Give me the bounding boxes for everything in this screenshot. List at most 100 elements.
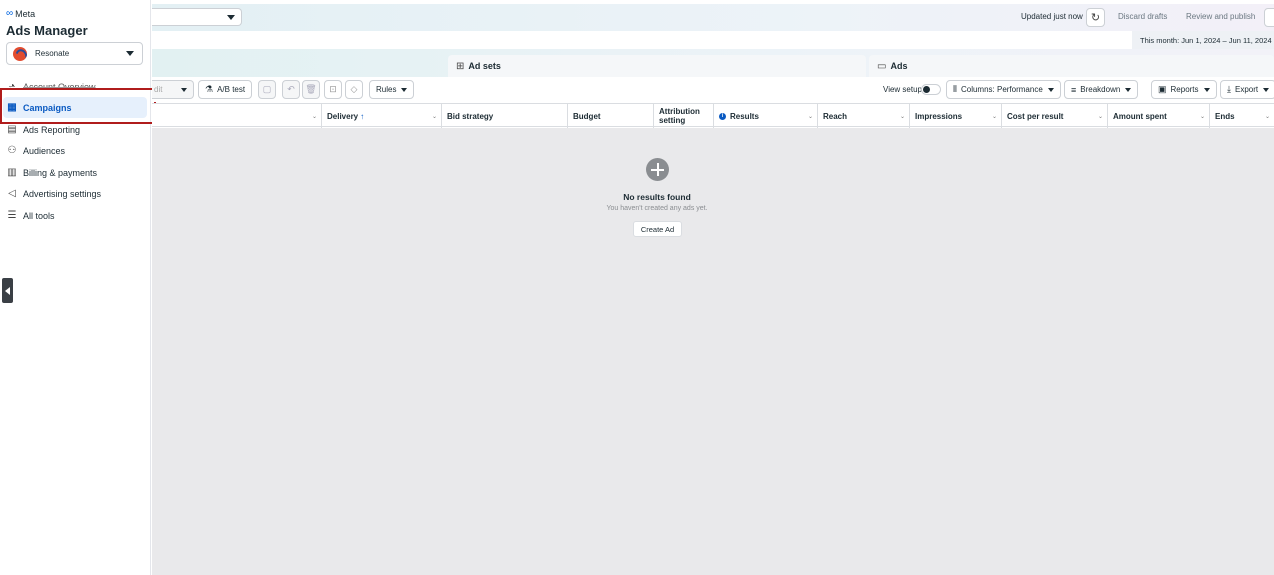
- chevron-down-icon: ⌄: [431, 114, 437, 120]
- columns-label: Columns: Performance: [960, 85, 1043, 94]
- column-label-line1: Attribution: [659, 107, 700, 116]
- date-bar: This month: Jun 1, 2024 – Jun 11, 2024: [152, 31, 1274, 49]
- sort-ascending-icon: ↑: [360, 111, 365, 121]
- chevron-down-icon: ⌄: [899, 114, 905, 120]
- refresh-button[interactable]: ↻: [1086, 8, 1105, 27]
- breakdown-icon: ≡: [1071, 84, 1077, 95]
- sidebar: ∞ Meta Ads Manager Resonate ◔ Account Ov…: [0, 0, 151, 575]
- column-label: Reach: [823, 111, 848, 121]
- chevron-down-icon: [1125, 87, 1132, 92]
- column-budget[interactable]: Budget: [568, 104, 654, 128]
- duplicate-button[interactable]: ▢: [258, 80, 276, 99]
- breakdown-button[interactable]: ≡ Breakdown: [1064, 80, 1139, 99]
- chevron-down-icon: [1047, 87, 1054, 92]
- people-icon: ⚇: [7, 145, 17, 156]
- delete-button[interactable]: 🗑: [302, 80, 320, 99]
- ab-test-label: A/B test: [217, 85, 246, 94]
- ab-test-button[interactable]: ⚗ A/B test: [198, 80, 253, 99]
- download-icon: ⤓: [1227, 84, 1231, 94]
- rules-button[interactable]: Rules: [369, 80, 415, 99]
- columns-button[interactable]: ⦀ Columns: Performance: [946, 80, 1061, 99]
- sidebar-item-label: All tools: [23, 210, 55, 221]
- campaign-selector[interactable]: [152, 8, 242, 26]
- column-amount-spent[interactable]: Amount spent ⌄: [1108, 104, 1210, 128]
- tab-label: Ads: [890, 61, 908, 71]
- export-button[interactable]: ⤓ Export: [1220, 80, 1274, 99]
- main-panel: Updated just now ↻ Discard drafts Review…: [152, 0, 1274, 575]
- empty-state-subtitle: You haven't created any ads yet.: [606, 205, 708, 212]
- discard-drafts-button[interactable]: Discard drafts: [1118, 12, 1167, 21]
- account-selector[interactable]: Resonate: [6, 42, 143, 65]
- tag-button[interactable]: ◇: [345, 80, 363, 99]
- export-label: Export: [1234, 85, 1259, 94]
- edit-button[interactable]: dit: [152, 80, 194, 99]
- chevron-down-icon: [227, 15, 235, 20]
- ads-icon: ▭: [877, 60, 887, 72]
- collapse-sidebar-button[interactable]: [2, 278, 13, 303]
- breakdown-label: Breakdown: [1080, 85, 1121, 94]
- tab-label: Ad sets: [468, 61, 501, 71]
- chevron-down-icon: [181, 88, 187, 92]
- column-delivery[interactable]: Delivery ↑ ⌄: [322, 104, 442, 128]
- column-label: Amount spent: [1113, 111, 1167, 121]
- column-cost-per-result[interactable]: Cost per result ⌄: [1002, 104, 1108, 128]
- chevron-down-icon: [401, 87, 408, 92]
- toolbar: dit ⚗ A/B test ▢ ↶ 🗑 ⊡ ◇ Rules View setu…: [152, 77, 1274, 102]
- sidebar-item-label: Audiences: [23, 145, 66, 156]
- undo-button[interactable]: ↶: [282, 80, 300, 99]
- sidebar-item-account-overview[interactable]: ◔ Account Overview: [3, 76, 147, 97]
- column-label: Delivery: [327, 111, 359, 121]
- more-options-button[interactable]: [1264, 8, 1274, 27]
- view-setup-toggle[interactable]: [921, 84, 941, 95]
- column-label: Results: [730, 111, 759, 121]
- info-icon[interactable]: i: [719, 112, 726, 120]
- reports-label: Reports: [1170, 85, 1199, 94]
- preview-button[interactable]: ⊡: [324, 80, 342, 99]
- column-ends[interactable]: Ends ⌄: [1210, 104, 1274, 128]
- column-impressions[interactable]: Impressions ⌄: [910, 104, 1002, 128]
- date-range-picker[interactable]: This month: Jun 1, 2024 – Jun 11, 2024: [1132, 31, 1274, 49]
- sidebar-item-all-tools[interactable]: ☰ All tools: [3, 205, 147, 226]
- column-bid-strategy[interactable]: Bid strategy: [442, 104, 568, 128]
- chevron-down-icon: ⌄: [1264, 114, 1270, 120]
- report-icon: ▤: [7, 124, 17, 135]
- column-label: Impressions: [915, 111, 963, 121]
- view-setup-label: View setup: [883, 85, 922, 94]
- chevron-down-icon: ⌄: [1097, 114, 1103, 120]
- sidebar-item-ads-reporting[interactable]: ▤ Ads Reporting: [3, 119, 147, 140]
- sidebar-item-label: Account Overview: [23, 81, 96, 92]
- column-reach[interactable]: Reach ⌄: [818, 104, 910, 128]
- reports-icon: ▣: [1158, 84, 1167, 94]
- meta-logo[interactable]: ∞ Meta: [6, 8, 35, 19]
- grid-icon: ▦: [7, 102, 17, 113]
- update-status: Updated just now: [1021, 12, 1083, 21]
- chevron-down-icon: ⌄: [1199, 114, 1205, 120]
- tab-ads[interactable]: ▭ Ads: [869, 55, 1274, 77]
- rules-label: Rules: [376, 85, 397, 94]
- chevron-down-icon: [126, 51, 134, 56]
- refresh-icon: ↻: [1090, 12, 1101, 24]
- sidebar-item-billing[interactable]: ▥ Billing & payments: [3, 162, 147, 183]
- create-ad-button[interactable]: Create Ad: [633, 221, 682, 237]
- gauge-icon: ◔: [8, 81, 16, 92]
- column-label: Ends: [1215, 111, 1235, 121]
- preview-icon: ⊡: [329, 84, 337, 94]
- sidebar-item-campaigns[interactable]: ▦ Campaigns: [3, 97, 147, 118]
- reports-button[interactable]: ▣ Reports: [1151, 80, 1217, 99]
- column-label: Budget: [573, 111, 601, 121]
- menu-icon: ☰: [7, 210, 17, 221]
- chevron-down-icon: [1263, 87, 1270, 92]
- sidebar-item-label: Billing & payments: [23, 167, 98, 178]
- copy-icon: ▢: [262, 84, 272, 94]
- add-circle-icon: [646, 158, 669, 181]
- sidebar-item-advertising-settings[interactable]: ◁ Advertising settings: [3, 183, 147, 204]
- column-label: Cost per result: [1007, 111, 1064, 121]
- account-name: Resonate: [35, 49, 70, 58]
- column-name[interactable]: ⌄: [152, 104, 322, 128]
- tab-ad-sets[interactable]: ⊞ Ad sets: [448, 55, 866, 77]
- sidebar-item-audiences[interactable]: ⚇ Audiences: [3, 140, 147, 161]
- undo-icon: ↶: [287, 84, 295, 94]
- review-publish-button[interactable]: Review and publish: [1186, 12, 1255, 21]
- column-results[interactable]: i Results ⌄: [714, 104, 818, 128]
- column-attribution-setting[interactable]: Attribution setting: [654, 104, 714, 128]
